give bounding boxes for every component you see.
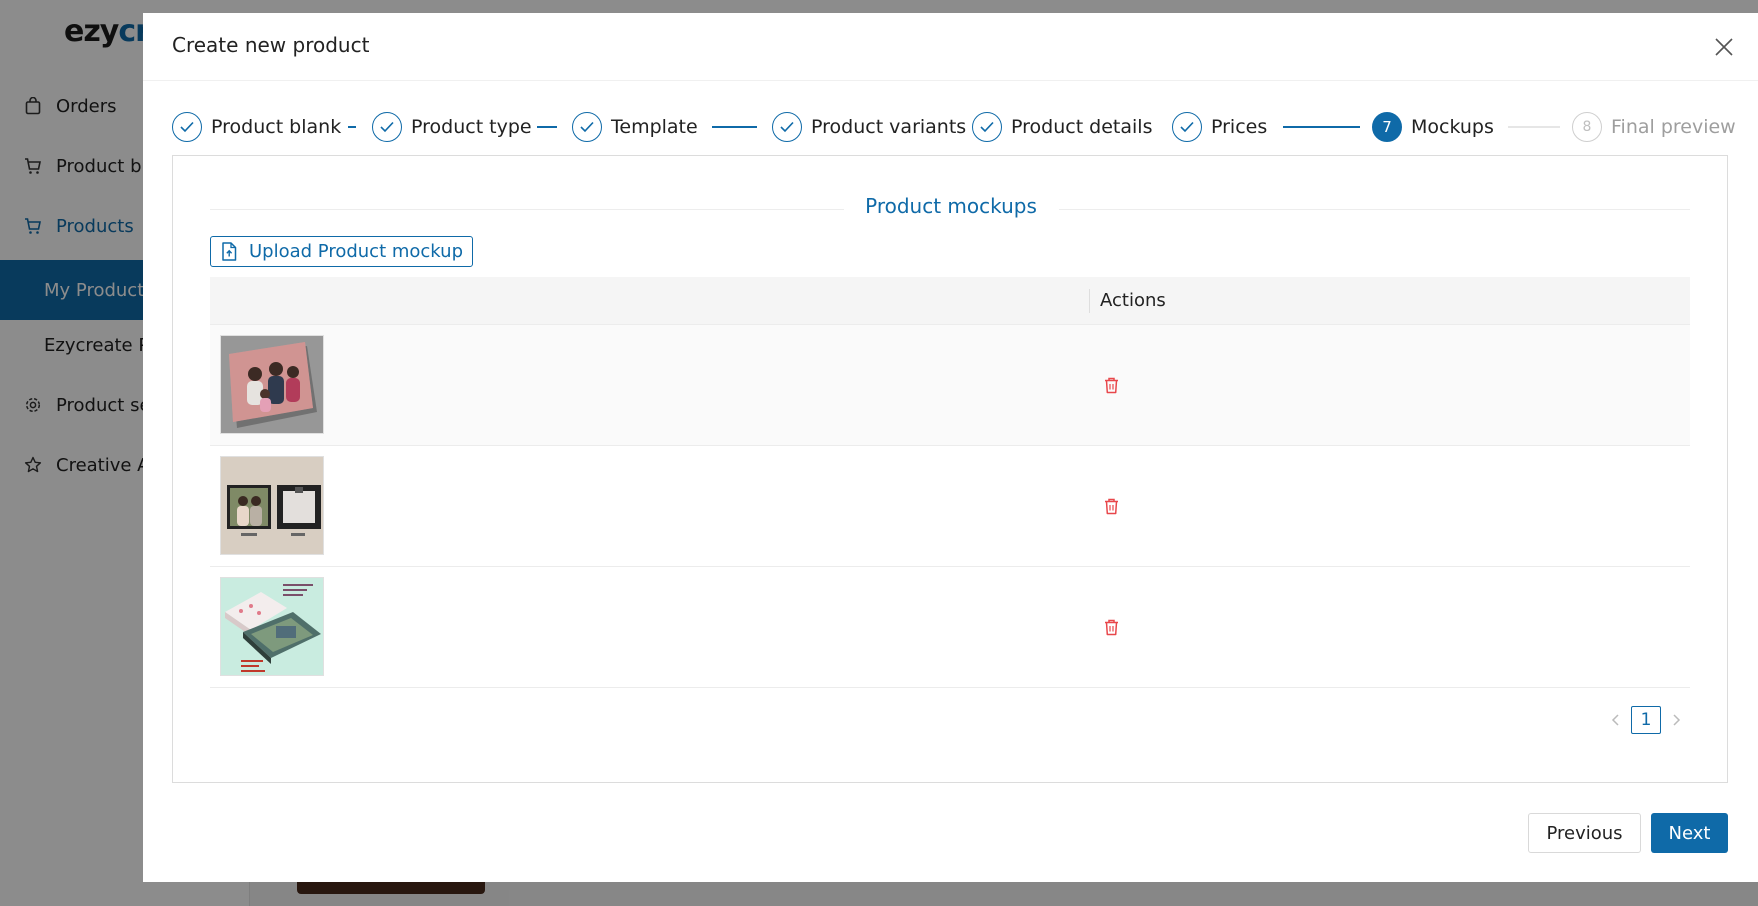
pagination-next-button[interactable] — [1665, 706, 1689, 734]
step-product-details[interactable]: Product details — [972, 109, 1152, 145]
actions-column-header: Actions — [1100, 290, 1166, 311]
step-connector — [348, 126, 356, 128]
step-number-badge: 7 — [1372, 112, 1402, 142]
create-product-modal: Create new product Product blank Product… — [143, 13, 1758, 882]
pagination-prev-button[interactable] — [1603, 706, 1627, 734]
delete-mockup-button[interactable] — [1100, 373, 1122, 397]
delete-mockup-button[interactable] — [1100, 615, 1122, 639]
pagination-page[interactable]: 1 — [1631, 706, 1661, 734]
column-separator — [1089, 289, 1090, 313]
step-connector — [537, 126, 557, 128]
mockup-thumbnail[interactable] — [220, 577, 324, 676]
chevron-right-icon — [1673, 714, 1681, 726]
modal-title: Create new product — [172, 33, 370, 57]
file-upload-icon — [219, 242, 239, 262]
step-number-badge: 8 — [1572, 112, 1602, 142]
previous-button[interactable]: Previous — [1528, 813, 1641, 853]
check-icon — [172, 112, 202, 142]
chevron-left-icon — [1611, 714, 1619, 726]
step-mockups[interactable]: 7 Mockups — [1372, 109, 1494, 145]
pagination: 1 — [1603, 706, 1689, 734]
step-product-blank[interactable]: Product blank — [172, 109, 341, 145]
check-icon — [1172, 112, 1202, 142]
step-connector — [1283, 126, 1360, 128]
next-button[interactable]: Next — [1651, 813, 1728, 853]
check-icon — [372, 112, 402, 142]
trash-icon — [1104, 498, 1118, 514]
close-icon — [1715, 38, 1733, 56]
progress-steps: Product blank Product type Template Prod… — [172, 109, 1736, 145]
table-header: Actions — [210, 277, 1690, 325]
section-title: Product mockups — [865, 194, 1037, 218]
mockups-panel: Product mockups Upload Product mockup Ac… — [172, 155, 1728, 783]
step-product-type[interactable]: Product type — [372, 109, 532, 145]
step-prices[interactable]: Prices — [1172, 109, 1267, 145]
step-final-preview[interactable]: 8 Final preview — [1572, 109, 1736, 145]
trash-icon — [1104, 377, 1118, 393]
step-connector — [1508, 126, 1560, 128]
table-row — [210, 446, 1690, 567]
table-row — [210, 567, 1690, 688]
mockup-thumbnail[interactable] — [220, 335, 324, 434]
check-icon — [772, 112, 802, 142]
mockups-table: Actions — [210, 277, 1690, 688]
step-product-variants[interactable]: Product variants — [772, 109, 966, 145]
upload-mockup-button[interactable]: Upload Product mockup — [210, 236, 474, 267]
modal-header: Create new product — [143, 13, 1758, 81]
delete-mockup-button[interactable] — [1100, 494, 1122, 518]
close-button[interactable] — [1710, 33, 1738, 61]
check-icon — [972, 112, 1002, 142]
check-icon — [572, 112, 602, 142]
mockup-thumbnail[interactable] — [220, 456, 324, 555]
table-row — [210, 325, 1690, 446]
step-connector — [712, 126, 757, 128]
step-template[interactable]: Template — [572, 109, 698, 145]
trash-icon — [1104, 619, 1118, 635]
